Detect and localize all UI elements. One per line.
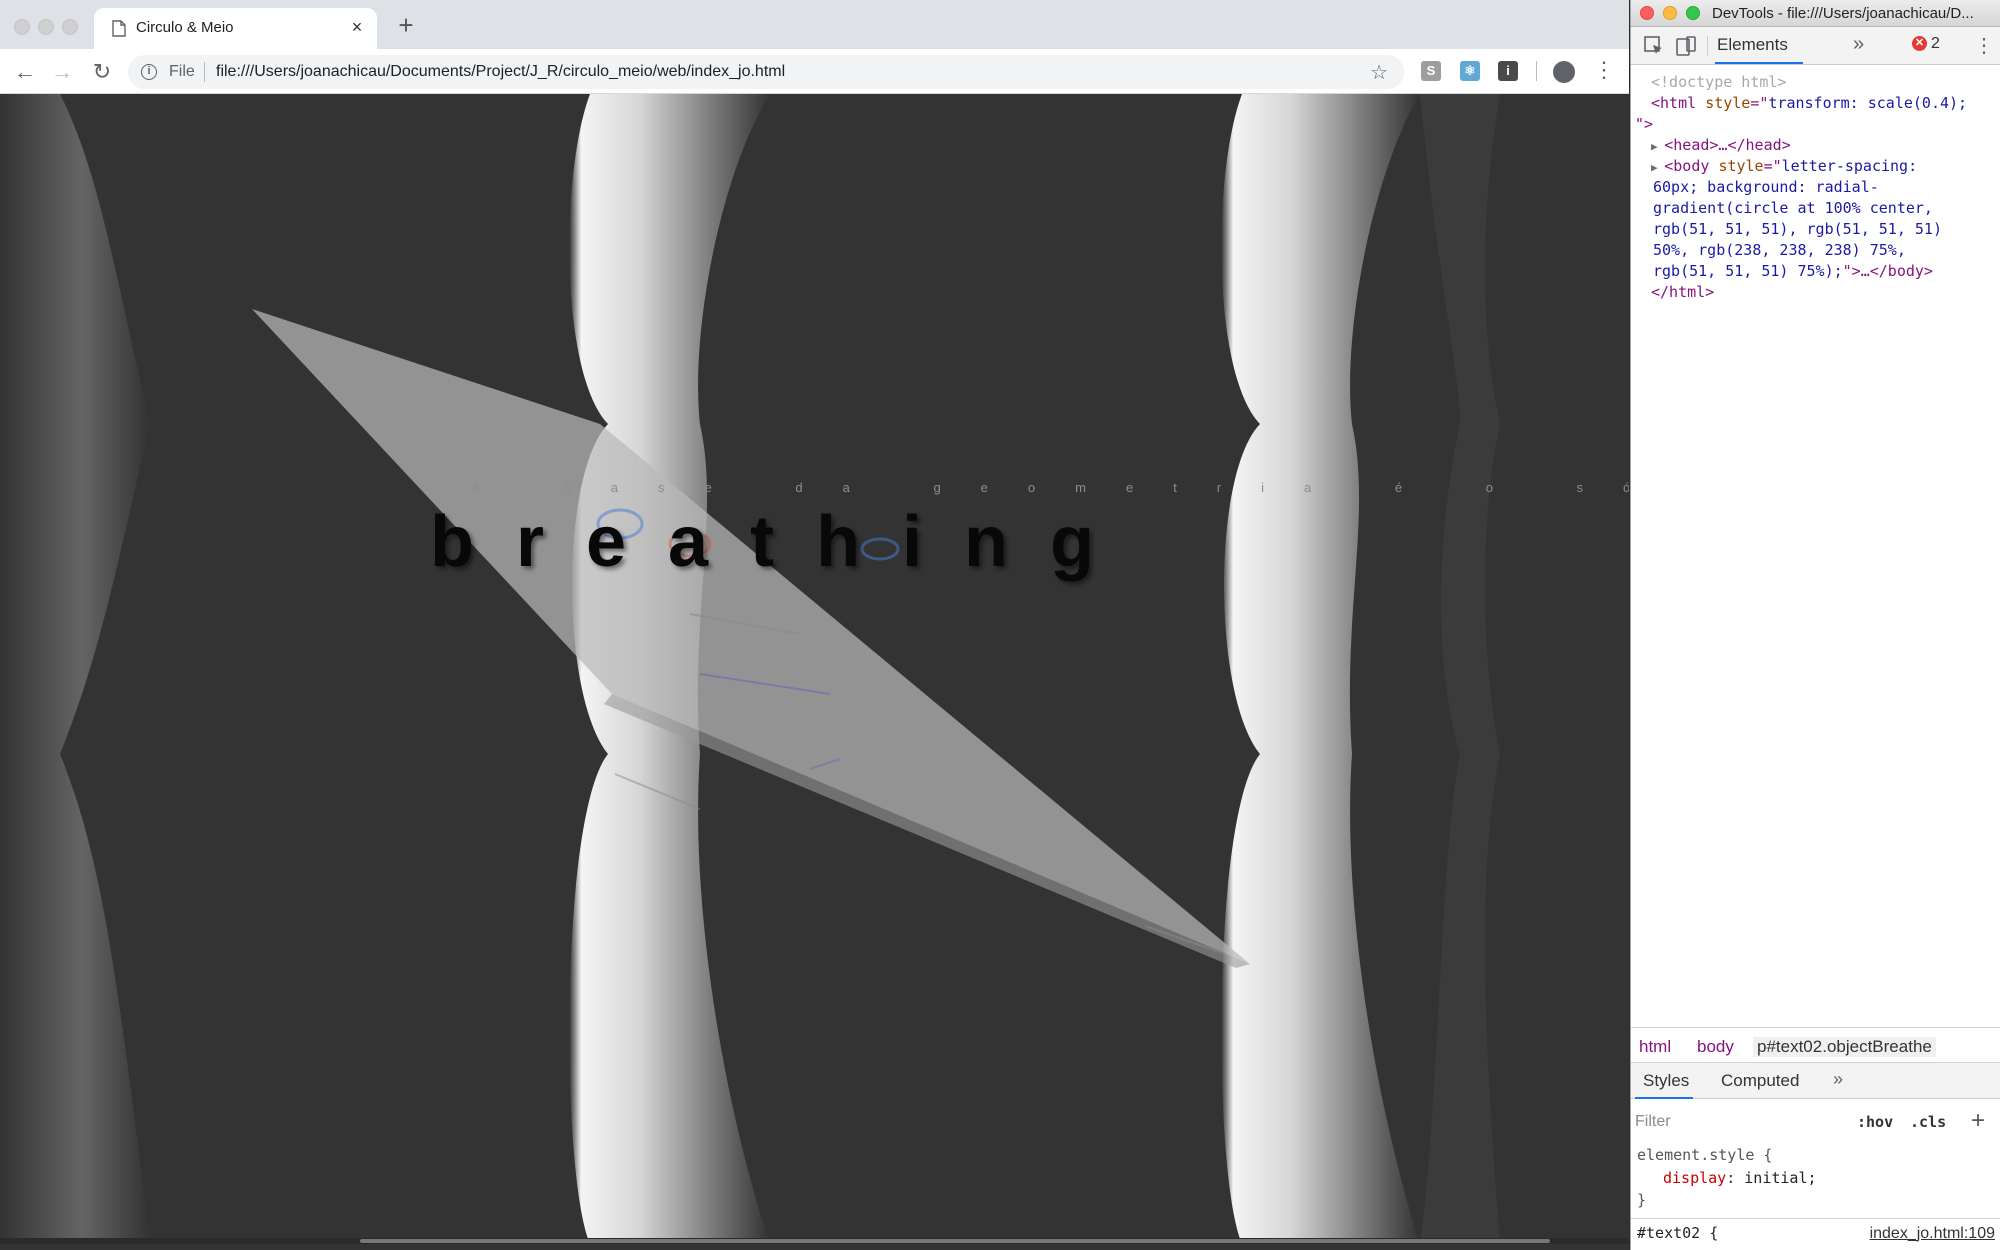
devtools-titlebar: DevTools - file:///Users/joanachicau/D..… — [1631, 0, 2000, 27]
body-close-tag: ">…</body> — [1842, 262, 1933, 280]
profile-avatar-icon[interactable] — [1553, 61, 1575, 83]
style-property: display — [1663, 1169, 1727, 1187]
dom-html-node[interactable]: <html style="transform: scale(0.4); — [1651, 93, 1967, 114]
style-declaration[interactable]: display: initial; — [1663, 1168, 1817, 1189]
page-viewport: A base da geometria é o sólido, con brea… — [0, 94, 1629, 1244]
tab-styles[interactable]: Styles — [1643, 1071, 1689, 1091]
react-extension-icon[interactable]: ⚛ — [1460, 61, 1480, 81]
error-count[interactable]: 2 — [1931, 35, 1940, 53]
text02-selector[interactable]: #text02 { — [1637, 1223, 1718, 1244]
dom-doctype[interactable]: <!doctype html> — [1651, 72, 1786, 93]
breadcrumb: html body p#text02.objectBreathe — [1631, 1027, 2000, 1063]
zoom-window-button[interactable] — [62, 19, 78, 35]
html-tag-tail: "> — [1635, 115, 1654, 133]
class-toggle[interactable]: .cls — [1910, 1113, 1946, 1131]
tab-elements[interactable]: Elements — [1717, 35, 1788, 55]
styles-pane-tabs: Styles Computed » — [1631, 1063, 2000, 1099]
dom-head-node[interactable]: ▶ <head>…</head> — [1651, 135, 1791, 157]
body-style-line: gradient(circle at 100% center, — [1653, 199, 1933, 217]
breadcrumb-html[interactable]: html — [1639, 1037, 1671, 1057]
devtools-panel-tabs: Elements » ✕ 2 ⋮ — [1631, 27, 2000, 65]
scheme-label: File — [169, 63, 195, 80]
minimize-window-button[interactable] — [38, 19, 54, 35]
address-separator — [204, 62, 205, 82]
html-style-value: transform: scale(0.4); — [1768, 94, 1968, 112]
device-toolbar-icon[interactable] — [1675, 35, 1697, 57]
head-tag: <head>…</head> — [1664, 136, 1791, 154]
text02-rule: #text02 { index_jo.html:109 — [1631, 1218, 2000, 1250]
error-icon[interactable]: ✕ — [1912, 36, 1927, 51]
new-tab-button[interactable]: + — [393, 12, 419, 39]
body-style-attr: style — [1718, 157, 1764, 175]
expand-body-icon[interactable]: ▶ — [1651, 161, 1664, 174]
tab-close-icon[interactable]: × — [347, 17, 367, 37]
scrollbar-thumb[interactable] — [360, 1239, 1550, 1243]
intro-paragraph: A base da geometria é o sólido, con — [472, 480, 1629, 495]
site-info-icon[interactable]: i — [141, 64, 157, 80]
devtools-close-button[interactable] — [1640, 6, 1654, 20]
breathing-heading: breathing — [430, 502, 1137, 582]
dom-body-tail: rgb(51, 51, 51) 75%);">…</body> — [1653, 261, 1933, 282]
page-icon — [112, 20, 126, 37]
more-panels-icon[interactable]: » — [1853, 33, 1864, 56]
more-tabs-icon[interactable]: » — [1833, 1069, 1843, 1090]
browser-menu-icon[interactable]: ⋮ — [1593, 59, 1615, 81]
html-close-tag[interactable]: </html> — [1651, 282, 1714, 303]
browser-window: Circulo & Meio × + ← → ↻ i File file:///… — [0, 0, 1629, 1250]
devtools-minimize-button[interactable] — [1663, 6, 1677, 20]
body-style-line: rgb(51, 51, 51), rgb(51, 51, 51) — [1653, 220, 1942, 238]
back-button[interactable]: ← — [11, 58, 39, 86]
address-bar[interactable]: i File file:///Users/joanachicau/Documen… — [128, 55, 1404, 89]
source-link[interactable]: index_jo.html:109 — [1870, 1223, 1995, 1244]
html-open-tag: <html — [1651, 94, 1697, 112]
styles-filter-input[interactable] — [1635, 1107, 1841, 1137]
styles-filter-bar: :hov .cls + — [1631, 1105, 2000, 1139]
tab-circulo-meio[interactable]: Circulo & Meio × — [94, 8, 377, 49]
devtools-separator — [1707, 36, 1708, 56]
browser-toolbar: ← → ↻ i File file:///Users/joanachicau/D… — [0, 49, 1629, 94]
element-style-close: } — [1637, 1191, 1647, 1209]
forward-button[interactable]: → — [48, 58, 76, 86]
tab-strip: Circulo & Meio × + — [0, 0, 1629, 49]
body-style-line: letter-spacing: — [1781, 157, 1918, 175]
body-open-tag: <body — [1664, 157, 1710, 175]
style-value: initial; — [1744, 1169, 1817, 1187]
element-style-selector[interactable]: element.style { — [1637, 1145, 1772, 1166]
breadcrumb-body[interactable]: body — [1697, 1037, 1734, 1057]
s-extension-icon[interactable]: S — [1421, 61, 1441, 81]
active-tab-indicator — [1715, 62, 1803, 64]
inspect-element-icon[interactable] — [1643, 35, 1665, 57]
info-extension-icon[interactable]: i — [1498, 61, 1518, 81]
horizontal-scrollbar[interactable] — [0, 1238, 1629, 1244]
close-window-button[interactable] — [14, 19, 30, 35]
url-text[interactable]: file:///Users/joanachicau/Documents/Proj… — [216, 63, 785, 81]
body-style-line: rgb(51, 51, 51) 75%); — [1653, 262, 1843, 280]
breadcrumb-selected-element[interactable]: p#text02.objectBreathe — [1753, 1037, 1936, 1057]
body-style-line: 60px; background: radial- — [1653, 178, 1879, 196]
bookmark-star-icon[interactable]: ☆ — [1370, 60, 1388, 85]
tab-title: Circulo & Meio — [136, 19, 234, 36]
toolbar-separator — [1536, 61, 1537, 81]
tab-computed[interactable]: Computed — [1721, 1071, 1799, 1091]
styles-tab-indicator — [1635, 1097, 1693, 1099]
expand-head-icon[interactable]: ▶ — [1651, 140, 1664, 153]
devtools-zoom-button[interactable] — [1686, 6, 1700, 20]
devtools-window: DevTools - file:///Users/joanachicau/D..… — [1630, 0, 2000, 1250]
hover-state-toggle[interactable]: :hov — [1857, 1113, 1893, 1131]
dom-body-node[interactable]: ▶ <body style="letter-spacing: — [1651, 156, 1917, 178]
body-style-line: 50%, rgb(238, 238, 238) 75%, — [1653, 241, 1906, 259]
tilted-webpage-plane — [252, 309, 1250, 968]
new-style-rule-button[interactable]: + — [1971, 1107, 1985, 1135]
devtools-window-title: DevTools - file:///Users/joanachicau/D..… — [1712, 5, 1974, 22]
devtools-menu-icon[interactable]: ⋮ — [1974, 33, 1994, 58]
html-style-attr: style — [1705, 94, 1751, 112]
reload-button[interactable]: ↻ — [88, 58, 116, 86]
